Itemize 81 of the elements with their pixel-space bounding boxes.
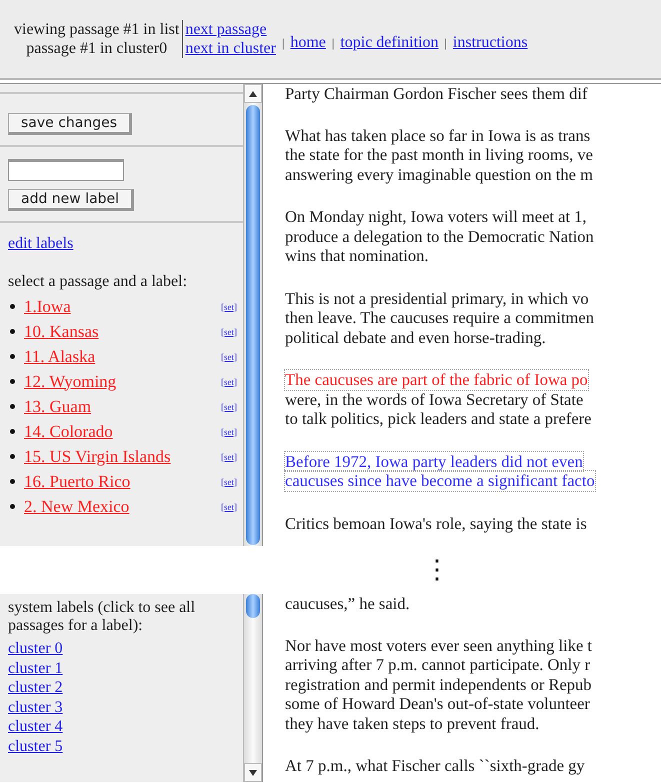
cluster-link[interactable]: cluster 2 — [8, 678, 63, 698]
intro-text: system labels (click to see all passages for a label): — [8, 599, 196, 635]
down-arrow-icon — [249, 770, 257, 776]
highlighted-line: caucuses since have become a significant facto — [285, 471, 595, 490]
bullet-icon — [10, 329, 15, 334]
bullet-icon — [10, 354, 15, 359]
save-button[interactable]: save changes — [8, 113, 132, 135]
cluster-link[interactable]: cluster 0 — [8, 639, 63, 658]
highlighted-line: Before 1972, Iowa party leaders did not even — [285, 452, 583, 471]
scrollbar[interactable] — [243, 84, 262, 546]
passage-line: answering every imaginable question on the m — [285, 164, 593, 184]
scrollbar[interactable] — [243, 594, 262, 782]
status-text: passage #1 in cluster0 — [26, 39, 168, 58]
passage-line: produce a delegation to the Democratic Nation — [285, 226, 594, 246]
passage-link[interactable]: 1.Iowa — [24, 296, 71, 316]
passage-line: What has taken place so far in Iowa is as trans — [285, 126, 590, 145]
bullet-icon — [10, 404, 15, 409]
add-label-button[interactable]: add new label — [8, 189, 134, 211]
passage-link[interactable]: 10. Kansas — [24, 322, 99, 342]
set-link[interactable]: [set] — [221, 502, 237, 512]
passage-line: they have taken steps to prevent fraud. — [285, 714, 540, 733]
input-field[interactable] — [8, 159, 124, 181]
passage-line: Critics bemoan Iowa's role, saying the state is — [285, 514, 587, 533]
cluster-link[interactable]: cluster 5 — [8, 736, 63, 756]
separator: | — [444, 36, 447, 50]
passage-line: At 7 p.m., what Fischer calls ``sixth-grade gy — [285, 756, 585, 776]
bullet-icon — [10, 429, 15, 434]
highlighted-line: The caucuses are part of the fabric of Iowa po — [285, 370, 588, 390]
set-link[interactable]: [set] — [221, 476, 237, 486]
set-link[interactable]: [set] — [221, 302, 237, 312]
scroll-down-button[interactable] — [244, 763, 262, 782]
menu-link[interactable]: home — [290, 34, 326, 52]
ellipsis-mark: ⋮ — [424, 555, 450, 585]
set-link[interactable]: [set] — [221, 376, 237, 386]
cluster-link[interactable]: cluster 1 — [8, 658, 63, 678]
cluster-link[interactable]: cluster 4 — [8, 717, 63, 736]
status-text: viewing passage #1 in list — [14, 20, 180, 39]
passage-line: This is not a presidential primary, in which vo — [285, 288, 589, 308]
passage-line: registration and permit independents or Repub — [285, 674, 592, 694]
set-link[interactable]: [set] — [221, 452, 237, 462]
scroll-up-button[interactable] — [244, 84, 262, 103]
bullet-icon — [10, 479, 15, 484]
scroll-thumb[interactable] — [246, 105, 260, 545]
passage-line: caucuses,” he said. — [285, 594, 410, 614]
passage-line: arriving after 7 p.m. cannot participate. Only r — [285, 655, 590, 674]
passage-link[interactable]: 15. US Virgin Islands — [24, 446, 171, 466]
passage-link[interactable]: 11. Alaska — [24, 346, 96, 366]
set-link[interactable]: [set] — [221, 326, 237, 336]
passage-link[interactable]: 2. New Mexico — [24, 496, 130, 516]
passage-line: wins that nomination. — [285, 246, 428, 266]
prompt-text: select a passage and a label: — [8, 273, 188, 291]
passage-line: Party Chairman Gordon Fischer sees them dif — [285, 84, 588, 104]
passage-line: to talk politics, pick leaders and state a prefere — [285, 409, 592, 428]
cluster-link[interactable]: cluster 3 — [8, 698, 63, 717]
passage-line: the state for the past month in living rooms, ve — [285, 145, 593, 164]
scroll-thumb[interactable] — [246, 594, 260, 618]
passage-link[interactable]: 12. Wyoming — [24, 372, 116, 392]
up-arrow-icon — [249, 90, 257, 96]
bullet-icon — [10, 304, 15, 309]
bullet-icon — [10, 454, 15, 459]
passage-link[interactable]: 13. Guam — [24, 396, 92, 416]
nav-link[interactable]: next passage — [185, 20, 276, 39]
bullet-icon — [10, 379, 15, 384]
separator: | — [332, 36, 334, 50]
set-link[interactable]: [set] — [221, 352, 237, 362]
menu-link[interactable]: topic definition — [340, 34, 439, 52]
menu-link[interactable]: instructions — [452, 34, 528, 52]
edit-labels-link[interactable]: edit labels — [8, 235, 74, 253]
passage-line: On Monday night, Iowa voters will meet at 1, — [285, 207, 587, 226]
nav-link[interactable]: next in cluster — [185, 39, 276, 58]
separator: | — [282, 36, 284, 50]
passage-line: were, in the words of Iowa Secretary of State — [285, 390, 584, 409]
set-link[interactable]: [set] — [221, 402, 237, 412]
passage-line: political debate and even horse-trading. — [285, 328, 546, 347]
passage-line: Nor have most voters ever seen anything like t — [285, 636, 592, 655]
passage-line: then leave. The caucuses require a commitmen — [285, 308, 594, 328]
bullet-icon — [10, 504, 15, 509]
passage-line: some of Howard Dean's out-of-state volunteer — [285, 694, 590, 714]
passage-link[interactable]: 14. Colorado — [24, 422, 113, 442]
set-link[interactable]: [set] — [221, 426, 237, 436]
passage-link[interactable]: 16. Puerto Rico — [24, 472, 130, 492]
